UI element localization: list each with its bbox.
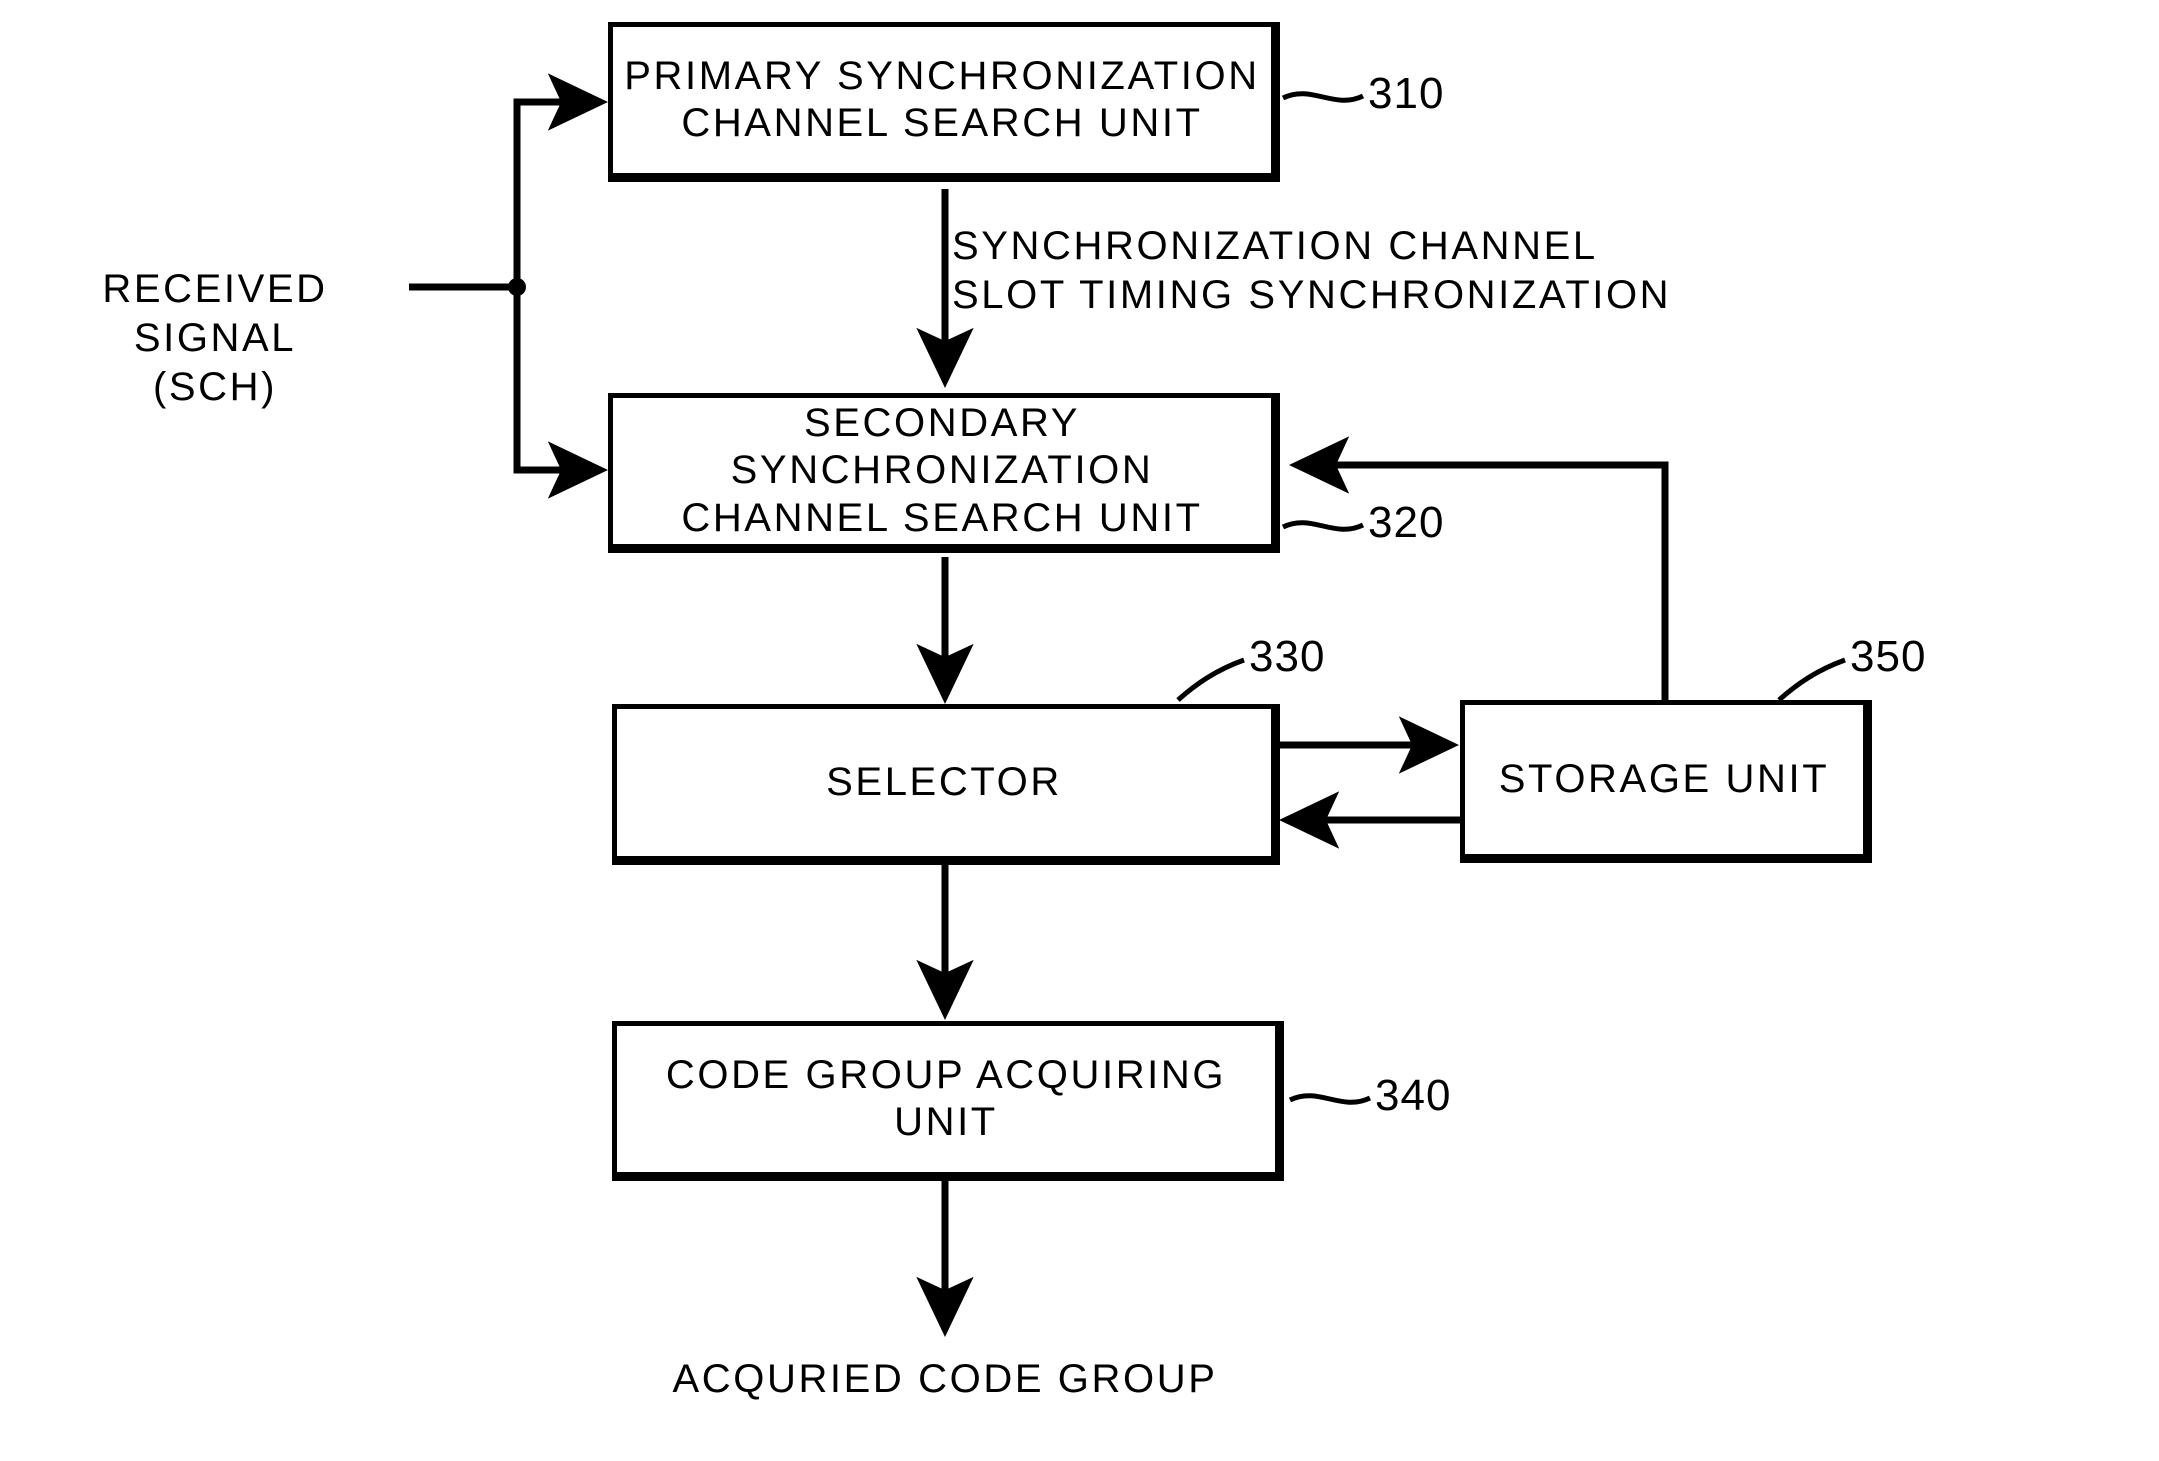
block-storage-unit-label: STORAGE UNIT [1498, 756, 1830, 801]
block-primary-sync-search-label: PRIMARY SYNCHRONIZATION CHANNEL SEARCH U… [624, 53, 1260, 145]
leader-line-340 [1288, 1093, 1372, 1105]
block-code-group-acquiring-label: CODE GROUP ACQUIRING UNIT [665, 1052, 1227, 1144]
block-selector[interactable]: SELECTOR [612, 704, 1280, 865]
leader-line-310 [1281, 91, 1365, 103]
leader-line-320 [1281, 520, 1365, 532]
ref-330: 330 [1249, 632, 1326, 681]
ref-350: 350 [1850, 632, 1927, 681]
figure-canvas: PRIMARY SYNCHRONIZATION CHANNEL SEARCH U… [0, 0, 2159, 1461]
ref-320: 320 [1368, 498, 1445, 547]
wire-received-to-primary [513, 73, 609, 287]
wire-received-signal-trunk [409, 278, 526, 296]
block-code-group-acquiring[interactable]: CODE GROUP ACQUIRING UNIT [612, 1021, 1284, 1181]
block-selector-label: SELECTOR [826, 759, 1062, 804]
ref-310: 310 [1368, 69, 1445, 118]
block-secondary-sync-search-label: SECONDARY SYNCHRONIZATION CHANNEL SEARCH… [681, 401, 1203, 540]
ref-340: 340 [1375, 1071, 1452, 1120]
leader-line-330 [1176, 657, 1245, 702]
wire-storage-to-secondary-feedback [1288, 436, 1669, 700]
label-sync-channel-slot-timing: SYNCHRONIZATION CHANNEL SLOT TIMING SYNC… [952, 224, 1672, 317]
block-secondary-sync-search[interactable]: SECONDARY SYNCHRONIZATION CHANNEL SEARCH… [608, 393, 1280, 553]
leader-line-350 [1777, 657, 1846, 702]
wire-received-to-secondary [513, 287, 609, 499]
label-received-signal: RECEIVED SIGNAL (SCH) [102, 267, 328, 409]
label-acquired-code-group: ACQURIED CODE GROUP [672, 1357, 1218, 1401]
block-primary-sync-search[interactable]: PRIMARY SYNCHRONIZATION CHANNEL SEARCH U… [608, 22, 1280, 182]
block-storage-unit[interactable]: STORAGE UNIT [1460, 700, 1872, 863]
